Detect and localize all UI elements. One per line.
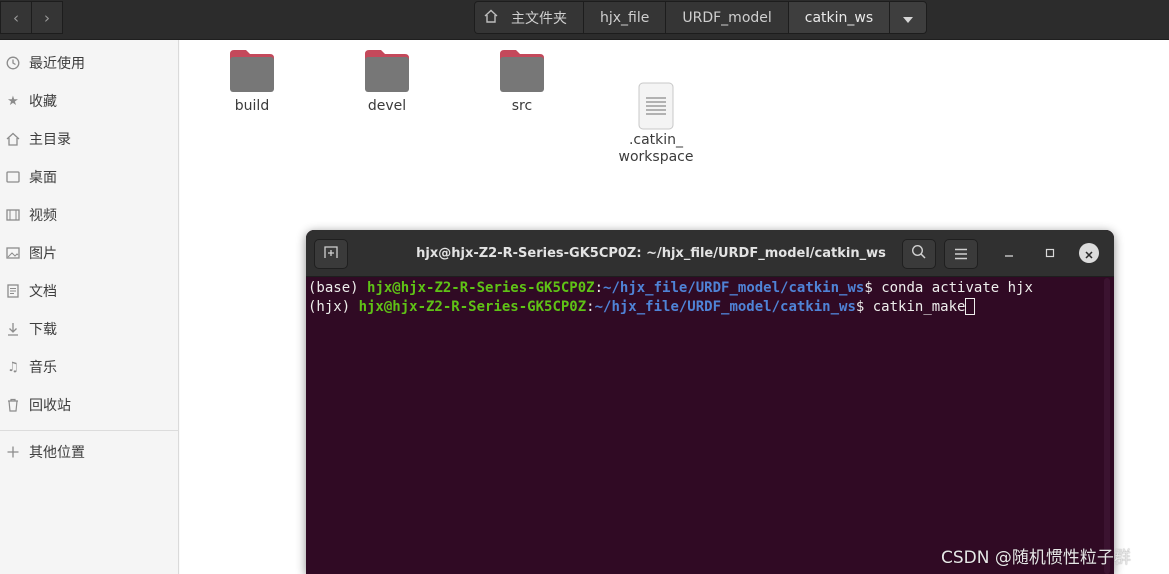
forward-button[interactable]: › <box>31 1 63 34</box>
prompt-path: ~/hjx_file/URDF_model/catkin_ws <box>594 298 856 315</box>
sidebar-item-desktop[interactable]: 桌面 <box>0 159 179 195</box>
prompt-path: ~/hjx_file/URDF_model/catkin_ws <box>603 280 865 296</box>
home-icon <box>483 8 499 28</box>
sidebar-item-trash[interactable]: 回收站 <box>0 387 179 423</box>
prompt-user-host: hjx@hjx-Z2-R-Series-GK5CP0Z <box>358 298 587 315</box>
music-icon: ♫ <box>7 359 19 375</box>
nav-buttons: ‹ › <box>0 1 63 34</box>
watermark: CSDN @随机惯性粒子群 <box>941 548 1131 568</box>
sidebar-item-documents[interactable]: 文档 <box>0 273 179 309</box>
conda-env: (hjx) <box>308 298 359 315</box>
sidebar-item-label: 桌面 <box>29 170 57 186</box>
sidebar-item-label: 最近使用 <box>29 56 85 72</box>
folder-item-build[interactable]: build <box>202 48 302 115</box>
clock-icon <box>6 56 20 70</box>
home-icon <box>6 132 20 146</box>
breadcrumb-item[interactable]: hjx_file <box>584 2 667 33</box>
chevron-right-icon: › <box>44 8 50 27</box>
sidebar-item-label: 收藏 <box>29 94 57 110</box>
folder-item-devel[interactable]: devel <box>337 48 437 115</box>
file-name: build <box>234 98 270 114</box>
caret-down-icon <box>903 8 914 27</box>
terminal-output[interactable]: (base) hjx@hjx-Z2-R-Series-GK5CP0Z:~/hjx… <box>306 278 1114 574</box>
text-cursor <box>965 297 976 315</box>
hamburger-menu-icon <box>954 245 968 264</box>
sidebar-item-starred[interactable]: ★ 收藏 <box>0 83 179 119</box>
terminal-line: (base) hjx@hjx-Z2-R-Series-GK5CP0Z:~/hjx… <box>308 280 1114 298</box>
sidebar: 最近使用 ★ 收藏 主目录 桌面 视频 图片 文档 下载 ♫ 音乐 回收站 其他… <box>0 40 179 574</box>
breadcrumb-menu-button[interactable] <box>890 2 927 33</box>
close-button[interactable] <box>1079 243 1099 263</box>
text-file-icon <box>632 65 680 130</box>
breadcrumb-current[interactable]: catkin_ws <box>788 2 891 33</box>
breadcrumb: 主文件夹 hjx_file URDF_model catkin_ws <box>474 1 928 34</box>
download-icon <box>6 322 20 336</box>
sidebar-item-label: 视频 <box>29 208 57 224</box>
folder-icon <box>363 48 411 96</box>
folder-icon <box>498 48 546 96</box>
prompt-separator: : <box>594 280 604 296</box>
sidebar-item-videos[interactable]: 视频 <box>0 197 179 233</box>
sidebar-item-label: 其他位置 <box>29 445 85 461</box>
sidebar-item-downloads[interactable]: 下载 <box>0 311 179 347</box>
image-icon <box>6 246 20 260</box>
prompt-symbol: $ <box>864 280 882 296</box>
minimize-button[interactable] <box>997 242 1021 266</box>
minimize-icon <box>1004 247 1014 261</box>
sidebar-item-label: 下载 <box>29 322 57 338</box>
file-item-catkin-workspace[interactable]: .catkin_ workspace <box>606 48 706 183</box>
terminal-window[interactable]: hjx@hjx-Z2-R-Series-GK5CP0Z: ~/hjx_file/… <box>306 230 1114 574</box>
new-tab-button[interactable] <box>314 239 348 269</box>
header-bar: ‹ › 主文件夹 hjx_file URDF_model catkin_ws <box>0 0 1169 40</box>
sidebar-item-label: 回收站 <box>29 398 71 414</box>
sidebar-item-pictures[interactable]: 图片 <box>0 235 179 271</box>
file-name: .catkin_ workspace <box>618 132 694 165</box>
command-input[interactable]: catkin_make <box>873 299 966 315</box>
desktop-icon <box>6 170 20 184</box>
terminal-title: hjx@hjx-Z2-R-Series-GK5CP0Z: ~/hjx_file/… <box>416 246 886 261</box>
conda-env: (base) <box>308 280 368 296</box>
breadcrumb-item[interactable]: URDF_model <box>666 2 789 33</box>
search-icon <box>911 244 927 264</box>
star-icon: ★ <box>7 93 19 109</box>
sidebar-item-label: 主目录 <box>29 132 71 148</box>
back-button[interactable]: ‹ <box>0 1 32 34</box>
new-tab-icon <box>323 244 339 264</box>
close-icon <box>1085 244 1093 263</box>
prompt-user-host: hjx@hjx-Z2-R-Series-GK5CP0Z <box>367 280 595 296</box>
breadcrumb-label: 主文件夹 <box>511 10 567 27</box>
sidebar-item-label: 音乐 <box>29 360 57 376</box>
maximize-icon <box>1045 247 1055 261</box>
video-icon <box>6 208 20 222</box>
terminal-scrollbar[interactable] <box>1104 278 1110 574</box>
sidebar-item-home[interactable]: 主目录 <box>0 121 179 157</box>
chevron-left-icon: ‹ <box>13 8 19 27</box>
menu-button[interactable] <box>944 239 978 269</box>
terminal-titlebar[interactable]: hjx@hjx-Z2-R-Series-GK5CP0Z: ~/hjx_file/… <box>306 230 1114 277</box>
sidebar-divider <box>0 430 179 431</box>
sidebar-item-label: 图片 <box>29 246 57 262</box>
prompt-symbol: $ <box>855 298 873 315</box>
plus-icon <box>6 445 20 459</box>
sidebar-item-music[interactable]: ♫ 音乐 <box>0 349 179 385</box>
sidebar-item-label: 文档 <box>29 284 57 300</box>
file-name: src <box>511 98 533 114</box>
trash-icon <box>6 398 20 412</box>
file-name: devel <box>367 98 407 114</box>
document-icon <box>6 284 20 298</box>
breadcrumb-home[interactable]: 主文件夹 <box>475 2 584 33</box>
folder-item-src[interactable]: src <box>472 48 572 115</box>
sidebar-item-recent[interactable]: 最近使用 <box>0 45 179 81</box>
terminal-line: (hjx) hjx@hjx-Z2-R-Series-GK5CP0Z:~/hjx_… <box>308 297 1114 317</box>
search-button[interactable] <box>902 239 936 269</box>
folder-icon <box>228 48 276 96</box>
maximize-button[interactable] <box>1038 242 1062 266</box>
command-text: conda activate hjx <box>881 280 1033 296</box>
prompt-separator: : <box>586 298 595 315</box>
sidebar-item-other-locations[interactable]: 其他位置 <box>0 434 179 470</box>
